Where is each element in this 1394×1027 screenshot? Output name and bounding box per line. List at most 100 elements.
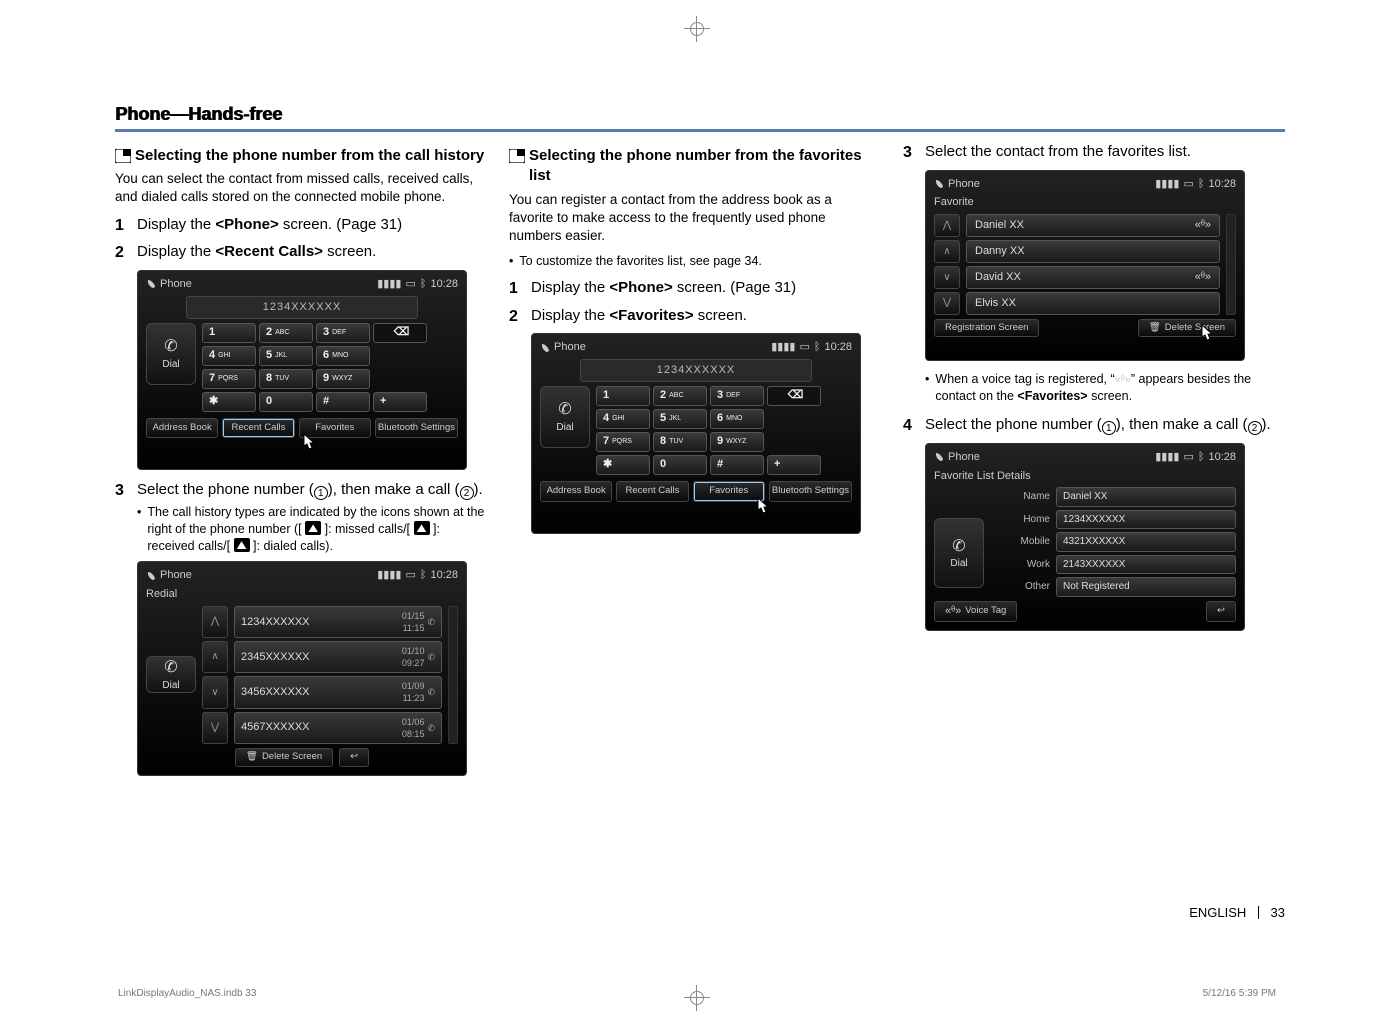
- delete-screen-button[interactable]: 🗑Delete Screen: [1138, 319, 1236, 338]
- detail-value[interactable]: 1234XXXXXX: [1056, 510, 1236, 530]
- step-number: 2: [115, 242, 137, 264]
- detail-value[interactable]: 2143XXXXXX: [1056, 555, 1236, 575]
- keypad-key[interactable]: +: [767, 455, 821, 475]
- back-button[interactable]: ↩: [1206, 601, 1236, 622]
- tab-bluetooth-settings[interactable]: Bluetooth Settings: [375, 418, 458, 439]
- keypad-key[interactable]: 3DEF: [316, 323, 370, 343]
- tab-address-book[interactable]: Address Book: [540, 481, 612, 502]
- keypad-key[interactable]: ✱: [596, 455, 650, 475]
- keypad-key[interactable]: 8TUV: [259, 369, 313, 389]
- step-number: 3: [115, 480, 137, 502]
- back-button[interactable]: ↩: [339, 748, 369, 767]
- phone-tag: <Phone>: [215, 216, 278, 233]
- bullet-note: To customize the favorites list, see pag…: [519, 253, 762, 270]
- trash-icon: 🗑: [1149, 322, 1161, 335]
- keypad-key[interactable]: 4GHI: [596, 409, 650, 429]
- keypad-key[interactable]: 0: [653, 455, 707, 475]
- page-number: 33: [1271, 905, 1285, 920]
- keypad-key[interactable]: 5JKL: [259, 346, 313, 366]
- keypad-key[interactable]: 8TUV: [653, 432, 707, 452]
- screenshot-dialpad-recent: Phone ▮▮▮▮▭ᛒ10:28 1234XXXXXX ✆Dial 12ABC…: [137, 270, 467, 470]
- keypad: 12ABC3DEF⌫ 4GHI5JKL6MNO 7PQRS8TUV9WXYZ ✱0#+: [202, 323, 458, 412]
- scrollbar[interactable]: [448, 606, 458, 744]
- step-body: Display the <Phone> screen. (Page 31): [137, 215, 485, 235]
- detail-value[interactable]: Not Registered: [1056, 577, 1236, 597]
- keypad-key[interactable]: 5JKL: [653, 409, 707, 429]
- delete-screen-button[interactable]: 🗑Delete Screen: [235, 748, 333, 767]
- number-readout: 1234XXXXXX: [580, 359, 812, 382]
- screenshot-favorite-list: Phone ▮▮▮▮▭ᛒ10:28 Favorite ⋀ ∧ ∨ ⋁ Danie…: [925, 170, 1245, 362]
- ss-subtitle: Favorite: [934, 195, 1236, 210]
- keypad-key[interactable]: #: [316, 392, 370, 412]
- keypad-key[interactable]: 9WXYZ: [710, 432, 764, 452]
- tab-address-book[interactable]: Address Book: [146, 418, 218, 439]
- favorite-row[interactable]: Daniel XX«ᶿ»: [966, 214, 1220, 237]
- ss-status: ▮▮▮▮▭ᛒ10:28: [377, 277, 458, 292]
- print-mark-datetime: 5/12/16 5:39 PM: [1203, 988, 1276, 999]
- step-body: Display the <Recent Calls> screen.: [137, 242, 485, 262]
- ss-subtitle: Redial: [146, 587, 458, 602]
- tab-recent-calls[interactable]: Recent Calls: [616, 481, 688, 502]
- scroll-down-button[interactable]: ∨: [202, 676, 228, 708]
- dialed-call-icon: [234, 538, 250, 552]
- ss-status: ▮▮▮▮▭ᛒ10:28: [771, 340, 852, 355]
- call-history-row[interactable]: 1234XXXXXX01/1511:15✆: [234, 606, 442, 638]
- keypad-key[interactable]: 2ABC: [259, 323, 313, 343]
- bullet-note: The call history types are indicated by …: [137, 504, 485, 555]
- scroll-bottom-button[interactable]: ⋁: [934, 292, 960, 315]
- favorite-row[interactable]: David XX«ᶿ»: [966, 266, 1220, 289]
- call-history-row[interactable]: 3456XXXXXX01/0911:23✆: [234, 676, 442, 708]
- keypad-key[interactable]: 7PQRS: [596, 432, 650, 452]
- detail-value[interactable]: 4321XXXXXX: [1056, 532, 1236, 552]
- keypad-key[interactable]: 6MNO: [710, 409, 764, 429]
- favorite-row[interactable]: Danny XX: [966, 240, 1220, 263]
- scroll-top-button[interactable]: ⋀: [202, 606, 228, 638]
- subheading: Selecting the phone number from the favo…: [529, 146, 879, 187]
- keypad-key[interactable]: 1: [596, 386, 650, 406]
- dial-button[interactable]: ✆Dial: [146, 656, 196, 693]
- subheading: Selecting the phone number from the call…: [135, 146, 484, 166]
- dial-button[interactable]: ✆Dial: [934, 518, 984, 588]
- favorite-row[interactable]: Elvis XX: [966, 292, 1220, 315]
- screenshot-redial: Phone ▮▮▮▮▭ᛒ10:28 Redial ✆Dial ⋀ ∧ ∨ ⋁ 1…: [137, 561, 467, 776]
- keypad-key[interactable]: 2ABC: [653, 386, 707, 406]
- pointer-icon: [296, 432, 320, 456]
- call-history-row[interactable]: 2345XXXXXX01/1009:27✆: [234, 641, 442, 673]
- step-body: Display the <Phone> screen. (Page 31): [531, 278, 879, 298]
- keypad-key[interactable]: 0: [259, 392, 313, 412]
- dial-button[interactable]: ✆Dial: [146, 323, 196, 385]
- scroll-bottom-button[interactable]: ⋁: [202, 712, 228, 744]
- voice-tag-note: When a voice tag is registered, “«ᶿ»” ap…: [935, 371, 1273, 405]
- tab-bluetooth-settings[interactable]: Bluetooth Settings: [769, 481, 852, 502]
- call-history-row[interactable]: 4567XXXXXX01/0608:15✆: [234, 712, 442, 744]
- keypad-key[interactable]: 3DEF: [710, 386, 764, 406]
- keypad-key[interactable]: ⌫: [767, 386, 821, 406]
- scroll-top-button[interactable]: ⋀: [934, 214, 960, 237]
- keypad-key[interactable]: 9WXYZ: [316, 369, 370, 389]
- print-cross-bottom: [684, 985, 710, 1011]
- keypad-key[interactable]: 7PQRS: [202, 369, 256, 389]
- scrollbar[interactable]: [1226, 214, 1236, 314]
- keypad-key[interactable]: #: [710, 455, 764, 475]
- favorites-tag: <Favorites>: [609, 307, 693, 324]
- scroll-down-button[interactable]: ∨: [934, 266, 960, 289]
- registration-screen-button[interactable]: Registration Screen: [934, 319, 1039, 338]
- dial-button[interactable]: ✆Dial: [540, 386, 590, 448]
- print-mark-filename: LinkDisplayAudio_NAS.indb 33: [118, 988, 256, 999]
- tab-recent-calls[interactable]: Recent Calls: [222, 418, 294, 439]
- screenshot-favorite-details: Phone ▮▮▮▮▭ᛒ10:28 Favorite List Details …: [925, 443, 1245, 631]
- page: Phone—Hands-free Selecting the phone num…: [115, 104, 1285, 924]
- keypad-key[interactable]: 4GHI: [202, 346, 256, 366]
- ss-status: ▮▮▮▮▭ᛒ10:28: [1155, 177, 1236, 192]
- keypad-key[interactable]: 1: [202, 323, 256, 343]
- scroll-up-button[interactable]: ∧: [202, 641, 228, 673]
- scroll-up-button[interactable]: ∧: [934, 240, 960, 263]
- keypad-key[interactable]: ✱: [202, 392, 256, 412]
- ss-status: ▮▮▮▮▭ᛒ10:28: [377, 568, 458, 583]
- keypad-key[interactable]: +: [373, 392, 427, 412]
- voice-tag-button[interactable]: «ᶿ»Voice Tag: [934, 601, 1017, 622]
- column-1: Selecting the phone number from the call…: [115, 142, 485, 786]
- keypad-key[interactable]: ⌫: [373, 323, 427, 343]
- bluetooth-icon: ᛒ: [420, 277, 427, 292]
- keypad-key[interactable]: 6MNO: [316, 346, 370, 366]
